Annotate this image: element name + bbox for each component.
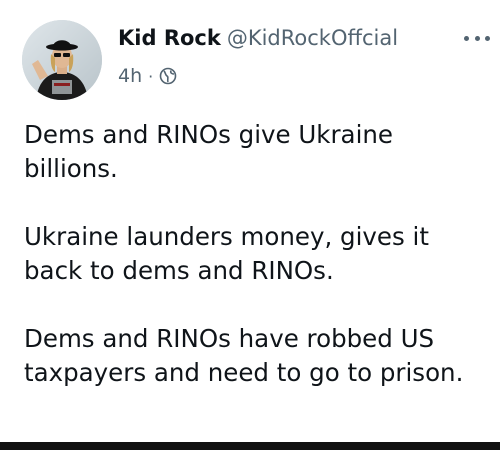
post-header: Kid Rock @KidRockOffcial [118, 26, 490, 66]
post-card: Kid Rock @KidRockOffcial 4h · Dems and RI… [0, 0, 500, 450]
avatar[interactable] [22, 20, 102, 100]
more-options-icon[interactable] [464, 34, 490, 42]
post-paragraph: Ukraine launders money, gives it back to… [24, 222, 429, 285]
dot-icon [474, 35, 480, 41]
post-body: Dems and RINOs give Ukraine billions. Uk… [24, 118, 488, 424]
post-timestamp[interactable]: 4h [118, 65, 142, 87]
dot-icon [464, 35, 469, 41]
post-paragraph: Dems and RINOs have robbed US taxpayers … [24, 324, 464, 387]
author-display-name[interactable]: Kid Rock [118, 26, 221, 50]
post-meta: 4h · [118, 64, 177, 88]
globe-icon [159, 67, 177, 85]
author-handle[interactable]: @KidRockOffcial [227, 26, 398, 50]
avatar-photo-icon [22, 20, 102, 100]
dot-icon [485, 35, 490, 41]
meta-separator: · [148, 66, 154, 86]
bottom-divider [0, 442, 500, 450]
post-paragraph: Dems and RINOs give Ukraine billions. [24, 120, 393, 183]
